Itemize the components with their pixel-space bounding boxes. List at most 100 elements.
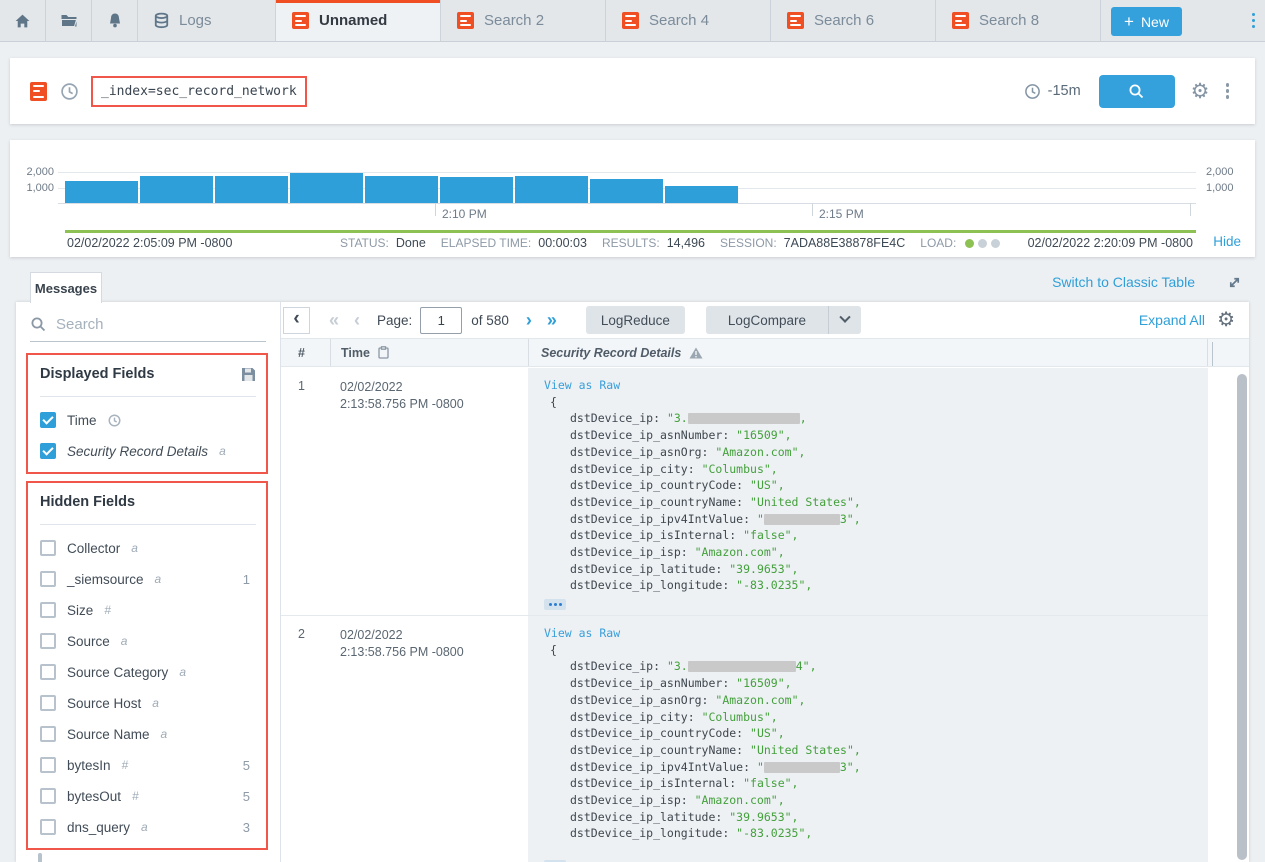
load-label: LOAD: [920,236,956,250]
displayed-field-row: Security Record Details a [40,443,256,459]
redacted-value [688,413,800,424]
tab-messages[interactable]: Messages [30,272,102,303]
search-icon [1128,83,1145,100]
view-as-raw-link[interactable]: View as Raw [544,377,1208,394]
json-open-brace: { [544,642,1208,659]
y-axis-label: 1,000 [1206,182,1234,194]
session-label: SESSION: [720,236,777,250]
document-icon [292,12,309,29]
row-number: 2 [281,616,330,862]
field-checkbox[interactable] [40,664,56,680]
hidden-field-row: Collector a [40,540,256,556]
histogram-bar[interactable] [590,179,663,203]
json-line: dstDevice_ip_isp: "Amazon.com", [544,792,1208,809]
tab-search-8[interactable]: Search 8 [936,0,1101,41]
field-search-input[interactable] [56,316,236,333]
tab-search-6[interactable]: Search 6 [771,0,936,41]
histogram-bar[interactable] [140,176,213,203]
fullscreen-expand-icon[interactable] [1226,274,1243,291]
folder-icon [60,13,78,28]
field-checkbox[interactable] [40,757,56,773]
json-line: dstDevice_ip_isInternal: "false", [544,527,1208,544]
column-resize-handle[interactable] [1212,342,1213,366]
show-more-expander[interactable] [544,599,566,610]
new-tab-button[interactable]: + New [1111,7,1182,36]
log-row: 102/02/20222:13:58.756 PM -0800View as R… [281,368,1208,616]
expand-all-link[interactable]: Expand All [1139,312,1205,328]
field-label: Source Category [67,665,168,680]
field-checkbox[interactable] [40,819,56,835]
field-checkbox-time[interactable] [40,412,56,428]
tab-unnamed[interactable]: Unnamed [276,0,441,41]
field-checkbox[interactable] [40,571,56,587]
prev-page-icon[interactable]: ‹ [354,311,360,329]
field-type-marker: a [131,541,138,555]
field-checkbox[interactable] [38,853,42,862]
notifications-button[interactable] [92,0,138,41]
field-checkbox-security-record-details[interactable] [40,443,56,459]
histogram-bar[interactable] [665,186,738,203]
tab-search-4[interactable]: Search 4 [606,0,771,41]
field-checkbox[interactable] [40,788,56,804]
hidden-field-row: dns_querya3 [40,819,256,835]
column-header-time[interactable]: Time [330,339,528,366]
page-number-input[interactable] [420,307,462,334]
save-fields-icon[interactable] [241,367,256,382]
topbar-more-options-icon[interactable] [1246,0,1262,41]
column-header-num[interactable]: # [281,346,330,360]
histogram-bar[interactable] [365,176,438,203]
histogram-bar[interactable] [290,173,363,203]
search-more-options-icon[interactable] [1220,83,1236,99]
logcompare-dropdown-button[interactable] [828,306,861,334]
tab-search-2[interactable]: Search 2 [441,0,606,41]
elapsed-value: 00:00:03 [538,236,587,250]
next-page-icon[interactable]: › [526,311,532,329]
column-header-details[interactable]: Security Record Details [528,339,1208,366]
home-button[interactable] [0,0,46,41]
collapse-sidebar-button[interactable]: ‹ [283,307,310,334]
view-as-raw-link[interactable]: View as Raw [544,625,1208,642]
json-line: dstDevice_ip_asnOrg: "Amazon.com", [544,692,1208,709]
hidden-field-row: Source Categorya [40,664,256,680]
x-tick [1190,203,1191,216]
plus-icon: + [1124,13,1134,30]
tab-label: Search 8 [979,12,1039,29]
time-range-selector[interactable]: -15m [1024,83,1081,100]
query-history-icon[interactable] [60,82,79,101]
field-checkbox[interactable] [40,726,56,742]
hidden-field-row: bytesOut#5 [40,788,256,804]
histogram-bar[interactable] [515,176,588,203]
logreduce-button[interactable]: LogReduce [586,306,685,334]
start-search-button[interactable] [1099,75,1175,108]
json-line: dstDevice_ip: "3.4", [544,658,1208,675]
last-page-icon[interactable]: » [547,311,557,329]
hidden-field-row: bytesIn#5 [40,757,256,773]
hide-histogram-link[interactable]: Hide [1213,234,1241,249]
search-icon [30,316,47,333]
field-label: Collector [67,541,120,556]
histogram-bar[interactable] [215,176,288,203]
histogram-bar[interactable] [440,177,513,203]
search-type-icon [30,82,47,101]
table-settings-gear-icon[interactable]: ⚙ [1217,310,1235,330]
histogram-bar[interactable] [65,181,138,203]
field-label: Source Host [67,696,141,711]
tab-logs[interactable]: Logs [138,0,276,41]
warning-icon [689,347,703,359]
first-page-icon[interactable]: « [329,311,339,329]
logcompare-button[interactable]: LogCompare [706,306,828,334]
vertical-scrollbar[interactable] [1237,374,1247,860]
folder-button[interactable] [46,0,92,41]
query-input[interactable]: _index=sec_record_network [91,76,307,107]
field-checkbox[interactable] [40,633,56,649]
switch-to-classic-table-link[interactable]: Switch to Classic Table [1052,274,1195,290]
search-settings-gear-icon[interactable]: ⚙ [1191,81,1210,102]
field-label: bytesIn [67,758,111,773]
x-tick [812,203,813,216]
field-checkbox[interactable] [40,602,56,618]
field-checkbox[interactable] [40,695,56,711]
results-value: 14,496 [667,236,705,250]
displayed-field-row: Time [40,412,256,428]
field-checkbox[interactable] [40,540,56,556]
tab-label: Search 2 [484,12,544,29]
